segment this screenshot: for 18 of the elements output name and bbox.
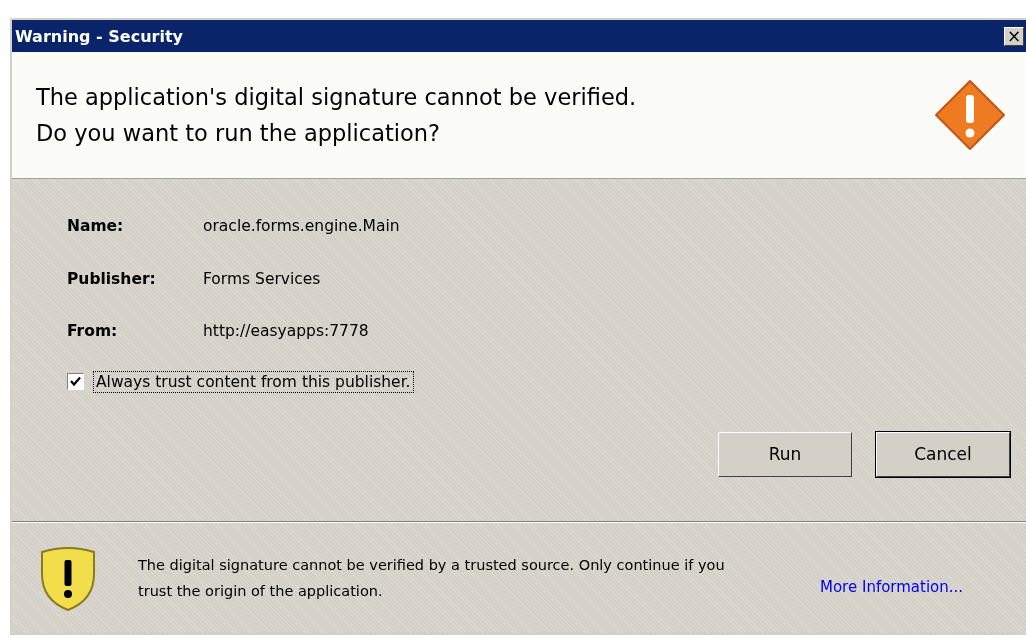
checkbox[interactable]: [67, 373, 84, 390]
window-title: Warning - Security: [15, 26, 183, 46]
close-button[interactable]: ×: [1004, 26, 1024, 46]
warning-icon: [934, 79, 1006, 151]
checkbox-label[interactable]: Always trust content from this publisher.: [93, 370, 414, 393]
field-label: From:: [67, 322, 119, 342]
field-label: Name:: [67, 217, 125, 237]
dialog-button[interactable]: Cancel: [876, 431, 1010, 477]
field-value: Forms Services: [203, 269, 321, 290]
header-text: Do you want to run the application?: [36, 119, 441, 148]
field-value: http://easyapps:7778: [203, 322, 369, 342]
shield-icon: [38, 544, 98, 612]
warning-message: The digital signature cannot be verified by a trusted source. Only continue if you trust the origin of the application.: [138, 556, 726, 601]
field-label: Publisher:: [67, 269, 157, 290]
field-value: oracle.forms.engine.Main: [203, 217, 400, 237]
header-text: The application's digital signature cannot be verified.: [36, 83, 637, 112]
dialog-button[interactable]: Run: [718, 431, 852, 477]
more-information-link[interactable]: More Information...: [820, 578, 964, 596]
